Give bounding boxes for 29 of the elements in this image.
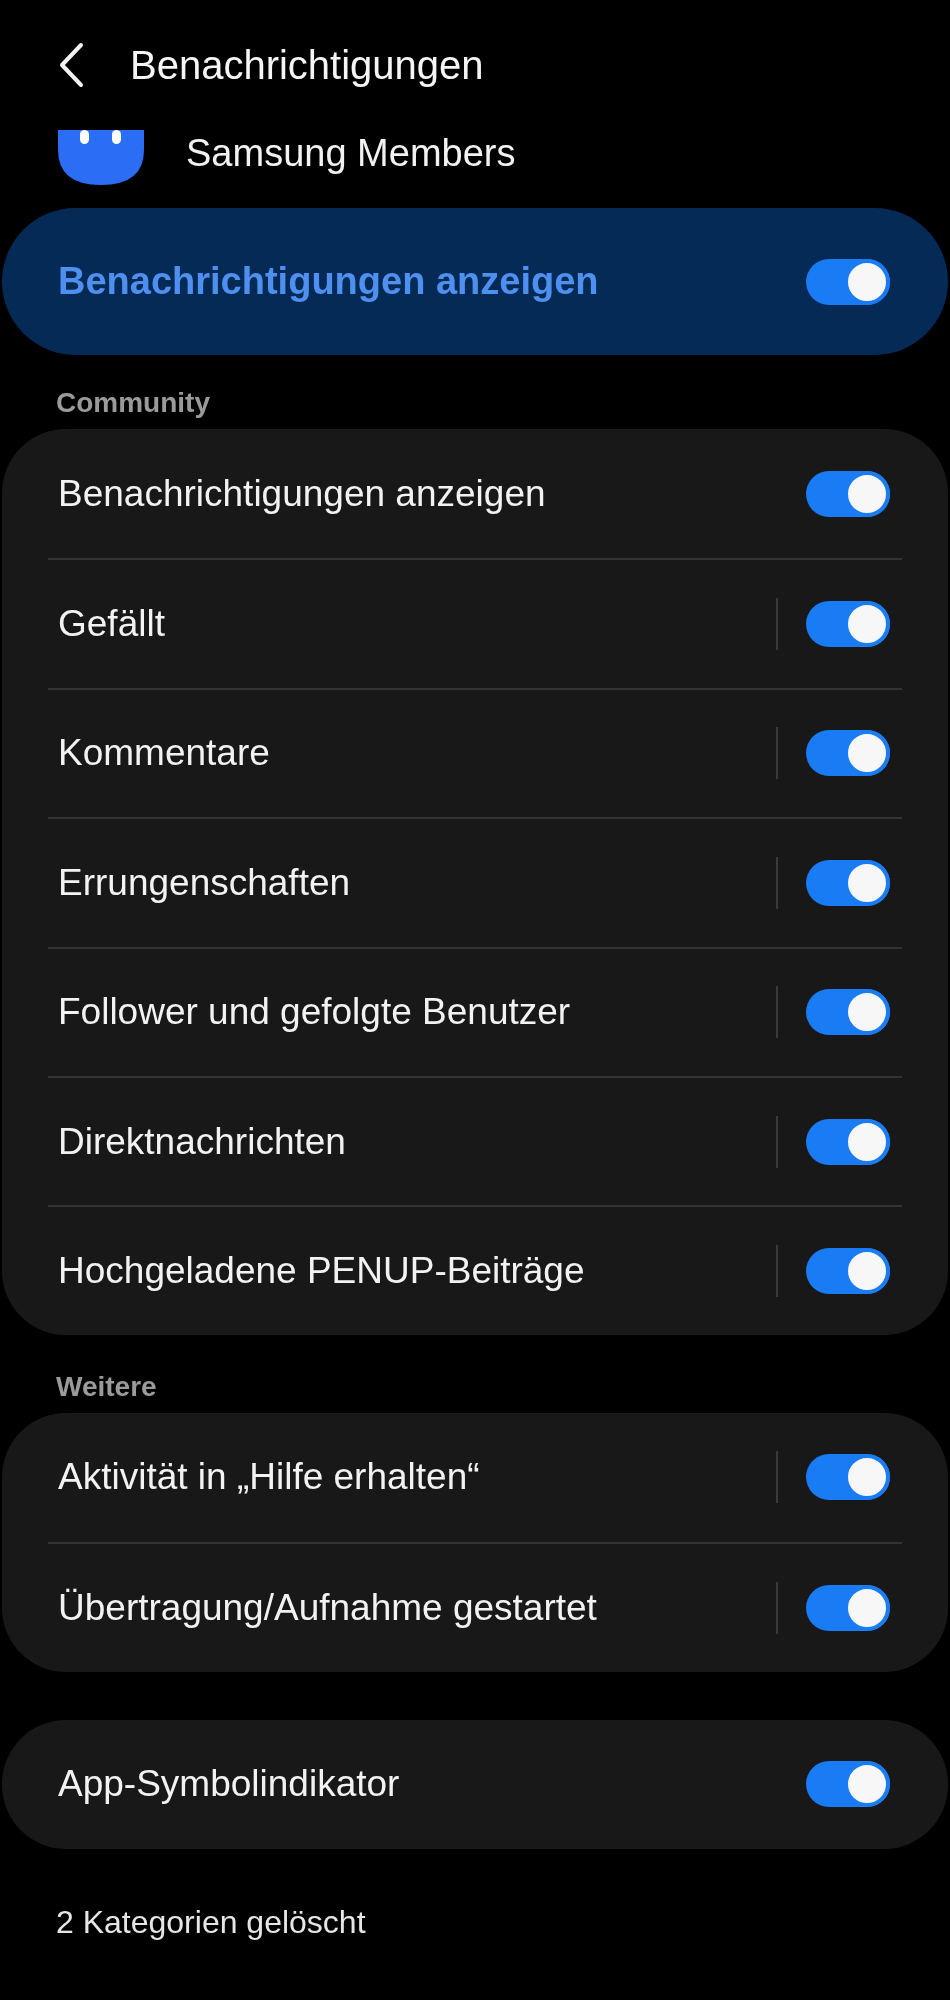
app-name: Samsung Members bbox=[186, 132, 516, 175]
toggle-switch[interactable] bbox=[806, 859, 890, 906]
screen-title: Benachrichtigungen bbox=[130, 42, 484, 88]
toggle-switch[interactable] bbox=[806, 1584, 890, 1631]
setting-label: Benachrichtigungen anzeigen bbox=[58, 472, 547, 515]
setting-label: Übertragung/Aufnahme gestartet bbox=[58, 1586, 598, 1629]
toggle-switch[interactable] bbox=[806, 1761, 890, 1808]
setting-label: Follower und gefolgte Benutzer bbox=[58, 991, 572, 1034]
section-header: Weitere bbox=[55, 1370, 158, 1403]
setting-label: App-Symbolindikator bbox=[58, 1763, 401, 1806]
section-header: Community bbox=[55, 387, 211, 419]
toggle-switch[interactable] bbox=[806, 1118, 890, 1165]
toggle-switch[interactable] bbox=[806, 601, 890, 648]
setting-label: Hochgeladene PENUP-Beiträge bbox=[58, 1250, 586, 1293]
master-label: Benachrichtigungen anzeigen bbox=[58, 260, 599, 303]
toggle-switch[interactable] bbox=[806, 1248, 890, 1295]
setting-label: Direktnachrichten bbox=[58, 1120, 347, 1163]
setting-label: Kommentare bbox=[58, 732, 271, 775]
toggle-switch[interactable] bbox=[806, 989, 890, 1036]
deleted-categories-note: 2 Kategorien gelöscht bbox=[55, 1903, 367, 1941]
master-toggle-row[interactable]: Benachrichtigungen anzeigen bbox=[2, 208, 948, 355]
toggle-switch[interactable] bbox=[806, 1454, 890, 1501]
setting-label: Errungenschaften bbox=[58, 861, 352, 904]
toggle-switch[interactable] bbox=[806, 730, 890, 777]
toggle-switch[interactable] bbox=[806, 470, 890, 517]
setting-label: Aktivität in „Hilfe erhalten“ bbox=[58, 1456, 481, 1499]
setting-label: Gefällt bbox=[58, 603, 166, 646]
app-icon bbox=[58, 130, 144, 185]
toggle-switch[interactable] bbox=[806, 258, 890, 305]
